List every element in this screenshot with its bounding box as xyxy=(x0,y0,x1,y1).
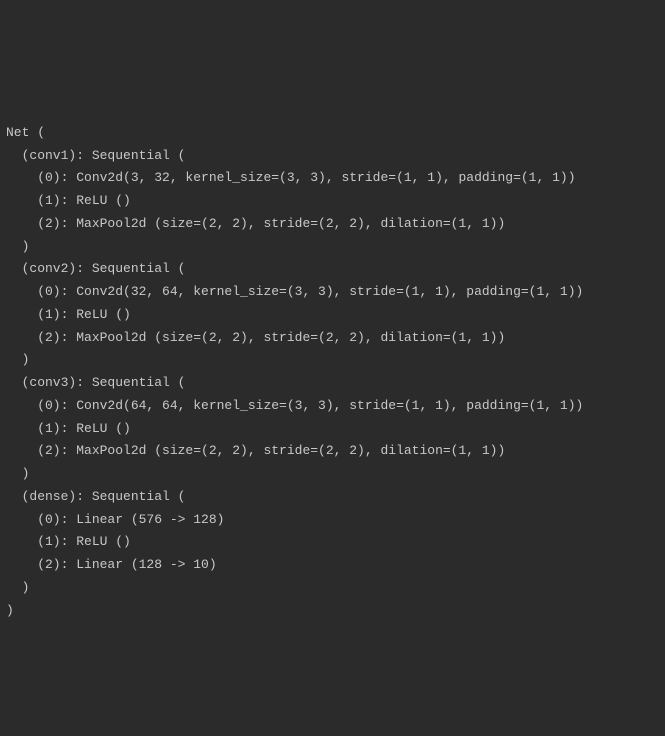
code-line: (0): Linear (576 -> 128) xyxy=(6,512,224,527)
code-line: (1): ReLU () xyxy=(6,534,131,549)
code-line: ) xyxy=(6,603,14,618)
code-line: (conv2): Sequential ( xyxy=(6,261,185,276)
code-line: ) xyxy=(6,352,29,367)
code-line: (2): MaxPool2d (size=(2, 2), stride=(2, … xyxy=(6,216,505,231)
code-line: Net ( xyxy=(6,125,45,140)
code-line: (1): ReLU () xyxy=(6,421,131,436)
code-line: (conv1): Sequential ( xyxy=(6,148,185,163)
code-line: (2): Linear (128 -> 10) xyxy=(6,557,217,572)
code-line: (0): Conv2d(64, 64, kernel_size=(3, 3), … xyxy=(6,398,583,413)
code-line: ) xyxy=(6,466,29,481)
code-line: (0): Conv2d(32, 64, kernel_size=(3, 3), … xyxy=(6,284,583,299)
code-line: (0): Conv2d(3, 32, kernel_size=(3, 3), s… xyxy=(6,170,576,185)
code-line: (dense): Sequential ( xyxy=(6,489,185,504)
code-line: (2): MaxPool2d (size=(2, 2), stride=(2, … xyxy=(6,443,505,458)
code-line: (1): ReLU () xyxy=(6,193,131,208)
model-summary-output: Net ( (conv1): Sequential ( (0): Conv2d(… xyxy=(6,99,659,622)
code-line: (conv3): Sequential ( xyxy=(6,375,185,390)
code-line: ) xyxy=(6,580,29,595)
code-line: (2): MaxPool2d (size=(2, 2), stride=(2, … xyxy=(6,330,505,345)
code-line: ) xyxy=(6,239,29,254)
code-line: (1): ReLU () xyxy=(6,307,131,322)
